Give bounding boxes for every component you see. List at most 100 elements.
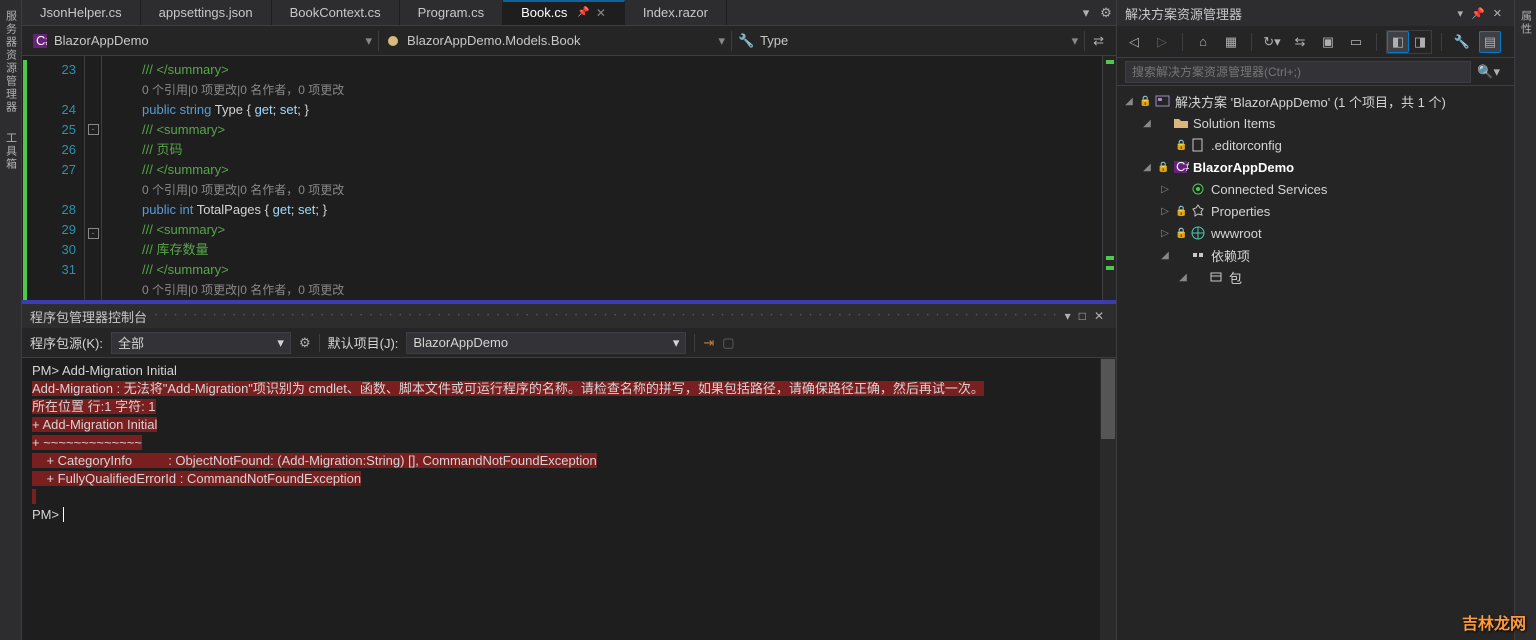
solution-explorer-title: 解决方案资源管理器 [1125, 4, 1242, 23]
properties-tab[interactable]: 属性 [1516, 4, 1536, 42]
pin-icon[interactable]: 📌 [577, 7, 589, 18]
solution-explorer: 解决方案资源管理器 ▾ 📌 ✕ ◁ ▷ ⌂ ▦ ↻▾ ⇆ ▣ ▭ ◧ ◨ 🔧 ▤ [1117, 0, 1514, 640]
sol-pending-changes-icon[interactable]: ↻▾ [1261, 31, 1283, 53]
sol-show-all-icon[interactable]: ▣ [1317, 31, 1339, 53]
split-view-button[interactable]: ⇄ [1085, 33, 1112, 49]
nav-member-dropdown[interactable]: 🔧 Type [732, 29, 1066, 53]
expand-icon[interactable]: ◢ [1177, 272, 1189, 283]
pkg-icon [1209, 270, 1225, 284]
svg-text:C#: C# [36, 34, 47, 48]
nav-project-dropdown[interactable]: C# BlazorAppDemo [26, 29, 360, 53]
toolbox-tab[interactable]: 工具箱 [1, 126, 21, 177]
solution-tree[interactable]: ◢🔒解决方案 'BlazorAppDemo' (1 个项目，共 1 个)◢Sol… [1117, 86, 1514, 640]
tree-node[interactable]: ◢🔒解决方案 'BlazorAppDemo' (1 个项目，共 1 个) [1117, 90, 1514, 112]
sol-collapse-icon[interactable]: ▭ [1345, 31, 1367, 53]
pmc-dropdown-icon[interactable]: ▾ [1061, 309, 1075, 323]
package-manager-console: 程序包管理器控制台 • • • • • • • • • • • • • • • … [22, 300, 1116, 640]
lock-icon: 🔒 [1175, 140, 1187, 151]
pmc-scrollbar[interactable] [1100, 358, 1116, 640]
sol-preview-icon[interactable]: ▤ [1479, 31, 1501, 53]
class-icon [385, 33, 401, 49]
tab-jsonhelper-cs[interactable]: JsonHelper.cs [22, 0, 141, 25]
pmc-titlebar[interactable]: 程序包管理器控制台 • • • • • • • • • • • • • • • … [22, 304, 1116, 328]
sol-view-toggle-2[interactable]: ◨ [1409, 31, 1431, 53]
tab-appsettings-json[interactable]: appsettings.json [141, 0, 272, 25]
solution-search: 🔍▾ [1117, 58, 1514, 86]
pmc-source-label: 程序包源(K): [30, 333, 103, 352]
sol-pin-icon[interactable]: 📌 [1467, 7, 1489, 20]
grip-dots[interactable]: • • • • • • • • • • • • • • • • • • • • … [147, 313, 1061, 319]
navigation-bar: C# BlazorAppDemo ▾ BlazorAppDemo.Models.… [22, 26, 1116, 56]
code-editor[interactable]: 232425262728293031 -- /// </summary>0 个引… [22, 56, 1116, 300]
expand-icon[interactable]: ▷ [1159, 206, 1171, 217]
tree-label: Properties [1211, 204, 1270, 219]
pmc-project-label: 默认项目(J): [328, 333, 399, 352]
solution-toolbar: ◁ ▷ ⌂ ▦ ↻▾ ⇆ ▣ ▭ ◧ ◨ 🔧 ▤ [1117, 26, 1514, 58]
pmc-close-icon[interactable]: ✕ [1090, 309, 1108, 323]
folder-icon [1173, 116, 1189, 130]
expand-icon[interactable]: ▷ [1159, 228, 1171, 239]
nav-member-caret[interactable]: ▾ [1066, 33, 1085, 49]
dep-icon [1191, 248, 1207, 262]
tree-node[interactable]: 🔒 .editorconfig [1117, 134, 1514, 156]
expand-icon[interactable]: ◢ [1141, 162, 1153, 173]
sol-close-icon[interactable]: ✕ [1489, 7, 1506, 20]
cs-icon [1191, 182, 1207, 196]
file-icon [1191, 138, 1207, 152]
overview-ruler[interactable] [1102, 56, 1116, 300]
tab-program-cs[interactable]: Program.cs [400, 0, 503, 25]
tree-label: .editorconfig [1211, 138, 1282, 153]
sol-dropdown-icon[interactable]: ▾ [1454, 7, 1468, 20]
sol-switch-views-icon[interactable]: ▦ [1220, 31, 1242, 53]
nav-project-caret[interactable]: ▾ [360, 33, 379, 49]
close-icon[interactable]: ✕ [596, 6, 606, 20]
tab-index-razor[interactable]: Index.razor [625, 0, 727, 25]
solution-search-input[interactable] [1125, 61, 1471, 83]
pmc-clear-icon[interactable]: ▢ [722, 335, 734, 351]
right-collapsed-tabs: 属性 [1514, 0, 1536, 640]
web-icon [1191, 226, 1207, 240]
solution-explorer-titlebar[interactable]: 解决方案资源管理器 ▾ 📌 ✕ [1117, 0, 1514, 26]
nav-class-dropdown[interactable]: BlazorAppDemo.Models.Book [379, 29, 713, 53]
pmc-settings-icon[interactable]: ⚙ [299, 335, 311, 351]
expand-icon[interactable]: ◢ [1159, 250, 1171, 261]
pmc-output[interactable]: PM> Add-Migration InitialAdd-Migration :… [22, 358, 1116, 640]
sol-view-toggle-1[interactable]: ◧ [1387, 31, 1409, 53]
csharp-project-icon: C# [32, 33, 48, 49]
sol-forward-icon: ▷ [1151, 31, 1173, 53]
tree-node[interactable]: ▷Connected Services [1117, 178, 1514, 200]
fold-margin[interactable]: -- [84, 56, 102, 300]
pmc-project-dropdown[interactable]: BlazorAppDemo▾ [406, 332, 686, 354]
tree-node[interactable]: ◢包 [1117, 266, 1514, 288]
tab-bookcontext-cs[interactable]: BookContext.cs [272, 0, 400, 25]
tree-node[interactable]: ▷ 🔒 Properties [1117, 200, 1514, 222]
tree-node[interactable]: ▷🔒wwwroot [1117, 222, 1514, 244]
tab-overflow-dropdown[interactable]: ▾ [1076, 0, 1096, 25]
lock-icon: 🔒 [1157, 162, 1169, 173]
tree-label: wwwroot [1211, 226, 1262, 241]
expand-icon[interactable]: ◢ [1141, 118, 1153, 129]
sol-sync-icon[interactable]: ⇆ [1289, 31, 1311, 53]
search-icon[interactable]: 🔍▾ [1471, 64, 1506, 80]
tab-gear-icon[interactable]: ⚙ [1096, 0, 1116, 25]
expand-icon[interactable]: ◢ [1123, 96, 1135, 107]
tree-node[interactable]: ◢🔒C#BlazorAppDemo [1117, 156, 1514, 178]
server-explorer-tab[interactable]: 服务器资源管理器 [1, 4, 21, 120]
nav-member-label: Type [760, 33, 788, 48]
pmc-indent-icon[interactable]: ⇥ [703, 335, 714, 351]
sol-properties-icon[interactable]: 🔧 [1451, 31, 1473, 53]
pmc-source-dropdown[interactable]: 全部▾ [111, 332, 291, 354]
sln-icon [1155, 94, 1171, 108]
left-sidebar: 服务器资源管理器 工具箱 [0, 0, 22, 640]
tree-node[interactable]: ◢依赖项 [1117, 244, 1514, 266]
code-content[interactable]: /// </summary>0 个引用|0 项更改|0 名作者，0 项更改pub… [102, 56, 1102, 300]
sol-home-icon[interactable]: ⌂ [1192, 31, 1214, 53]
expand-icon[interactable]: ▷ [1159, 184, 1171, 195]
pmc-maximize-icon[interactable]: □ [1075, 309, 1090, 323]
document-tabs: JsonHelper.csappsettings.jsonBookContext… [22, 0, 1116, 26]
nav-class-caret[interactable]: ▾ [713, 33, 732, 49]
lock-icon: 🔒 [1175, 206, 1187, 217]
tree-node[interactable]: ◢Solution Items [1117, 112, 1514, 134]
sol-back-icon[interactable]: ◁ [1123, 31, 1145, 53]
tab-book-cs[interactable]: Book.cs📌✕ [503, 0, 625, 25]
